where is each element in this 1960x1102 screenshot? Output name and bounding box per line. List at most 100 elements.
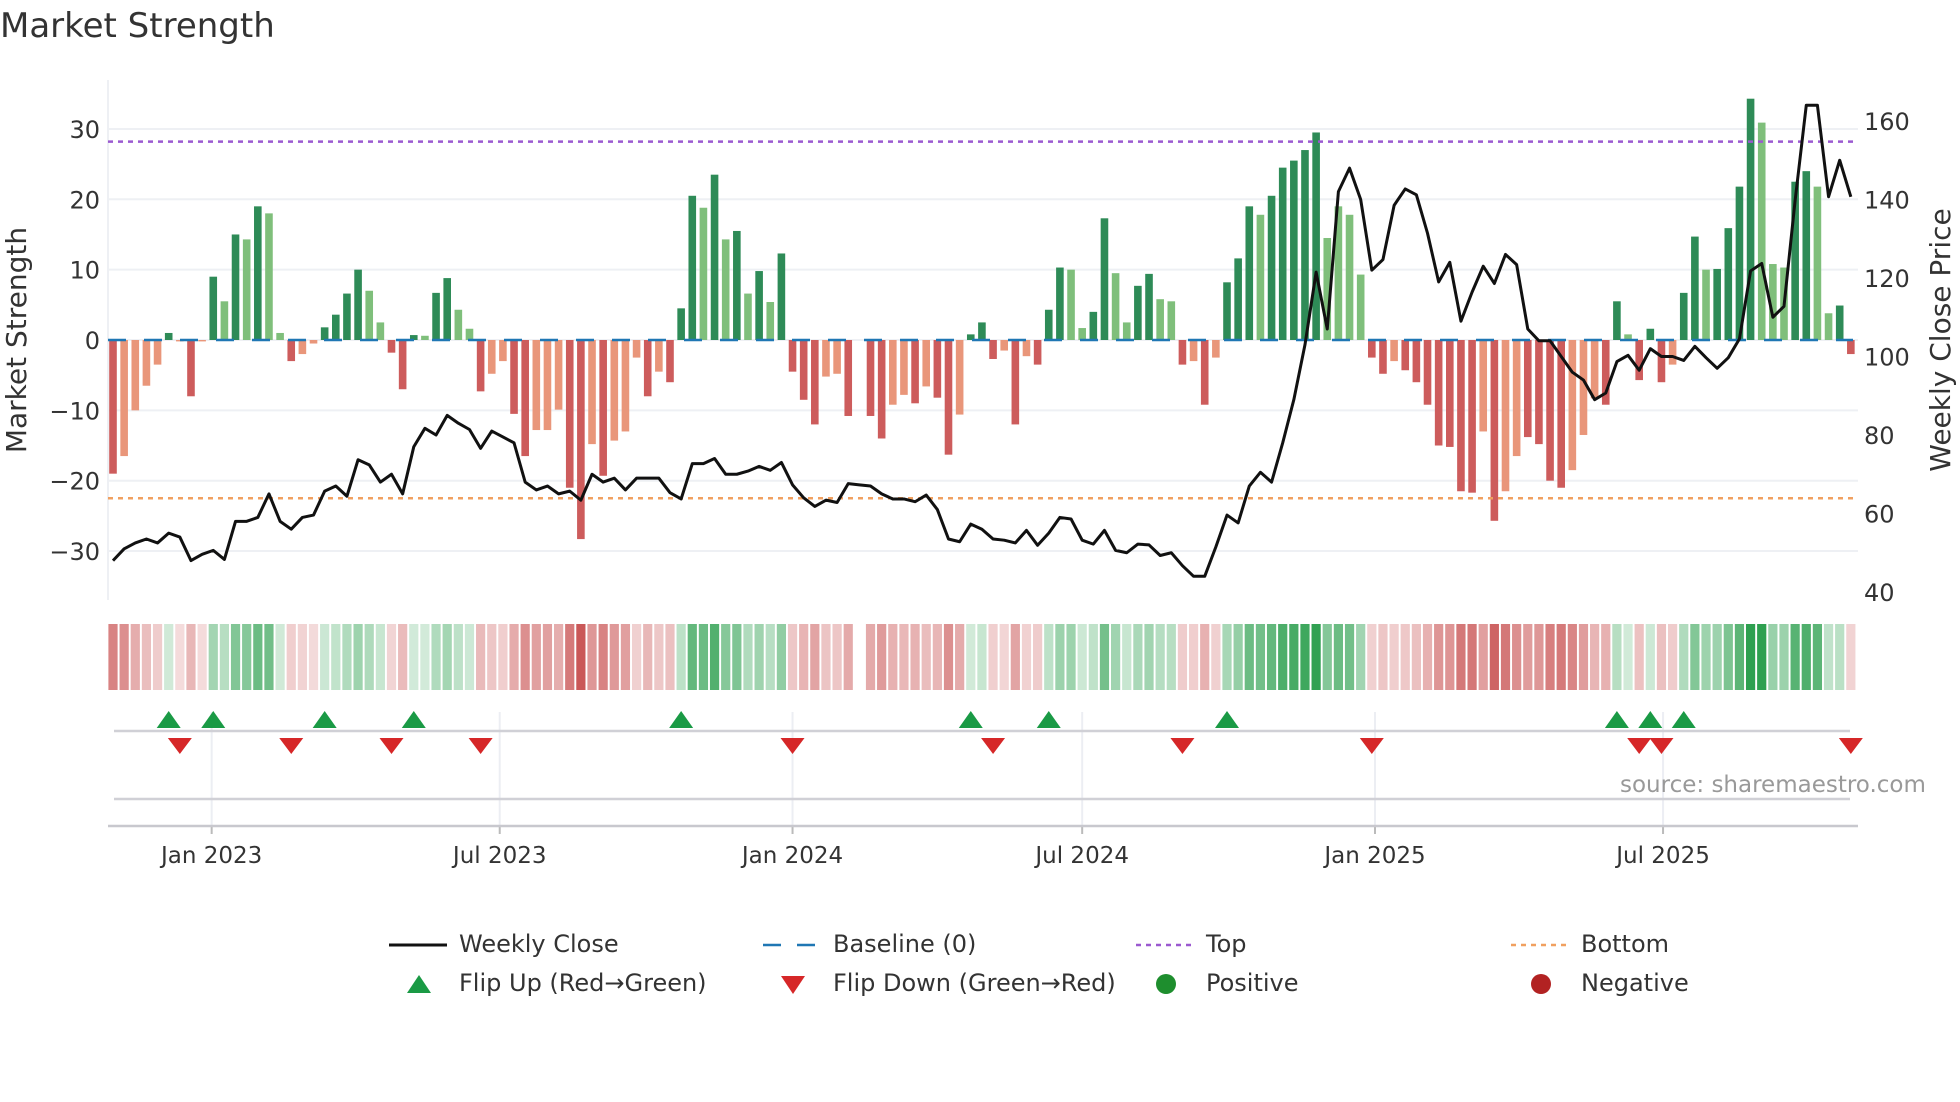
strength-bar [1635, 340, 1643, 381]
strength-bar [1290, 160, 1298, 340]
strength-heat-cell [1545, 624, 1555, 690]
strength-heat-cell [186, 624, 196, 690]
strength-heat-cell [877, 624, 887, 690]
strength-bar [320, 327, 329, 340]
strength-heat-cell [732, 624, 742, 690]
strength-heat-cell [787, 624, 798, 690]
strength-heat-cell [230, 624, 241, 690]
strength-heat-cell [743, 624, 753, 690]
strength-bar [298, 340, 307, 355]
strength-bar [777, 253, 786, 340]
strength-bar [1189, 340, 1198, 362]
strength-bar [978, 322, 986, 340]
strength-heat-cell [1645, 624, 1655, 690]
strength-bar [1568, 340, 1577, 471]
strength-bar [1535, 340, 1543, 445]
strength-heat-cell [765, 624, 775, 690]
strength-heat-cell [921, 624, 931, 690]
strength-heat-cell [1534, 624, 1544, 690]
strength-bar [1200, 340, 1209, 405]
triangle-down-icon [781, 976, 805, 994]
strength-heat-cell [1033, 624, 1043, 690]
strength-bar [1679, 292, 1688, 340]
strength-bar [1234, 258, 1242, 340]
strength-bar [109, 340, 117, 474]
strength-bar [1156, 299, 1164, 340]
strength-bar [655, 340, 663, 372]
strength-bar [153, 340, 162, 365]
strength-heat-cell [1812, 624, 1823, 690]
strength-bar [1078, 328, 1086, 340]
strength-heat-cell [1723, 624, 1733, 690]
strength-bar [1512, 340, 1521, 457]
strength-bar [465, 328, 474, 340]
strength-heat-cell [587, 624, 597, 690]
strength-bar [1668, 340, 1677, 365]
flip-up-marker [401, 711, 426, 728]
strength-bar [365, 290, 374, 340]
strength-bar [721, 239, 730, 340]
strength-bar [1022, 340, 1031, 357]
flip_up-legend-icon [407, 975, 431, 993]
strength-heat-cell [152, 624, 163, 690]
strength-heat-cell [1846, 624, 1856, 690]
strength-heat-cell [1523, 624, 1533, 690]
flip-up-marker [1638, 711, 1663, 728]
strength-bar [1590, 340, 1599, 399]
strength-bar [1657, 340, 1666, 383]
strength-heat-cell [464, 624, 475, 690]
y2-tick-label: 140 [1864, 187, 1910, 215]
strength-bar [621, 340, 630, 432]
flip-up-marker [669, 711, 694, 728]
strength-bar [1256, 214, 1265, 340]
strength-bar [1011, 340, 1020, 425]
strength-heat-cell [1144, 624, 1154, 690]
strength-heat-cell [977, 624, 987, 690]
flip-up-marker [1671, 711, 1696, 728]
strength-bar [744, 293, 752, 340]
strength-heat-cell [1768, 624, 1778, 690]
strength-bar [1523, 340, 1532, 438]
strength-heat-cell [865, 624, 876, 690]
strength-bar [387, 340, 396, 353]
strength-bar [677, 308, 685, 340]
flip-down-marker [1649, 738, 1674, 754]
strength-heat-cell [721, 624, 731, 690]
strength-heat-cell [709, 624, 720, 690]
flip-down-marker [1627, 738, 1652, 754]
strength-bar [1145, 273, 1153, 340]
strength-heat-cell [1500, 624, 1511, 690]
strength-heat-cell [1590, 624, 1600, 690]
strength-heat-cell [453, 624, 463, 690]
strength-bar [521, 340, 529, 457]
strength-bar [354, 269, 362, 340]
strength-bar [1100, 218, 1109, 340]
strength-heat-cell [297, 624, 307, 690]
strength-bar [1122, 322, 1131, 340]
strength-bar [632, 340, 641, 358]
strength-heat-cell [509, 624, 519, 690]
strength-heat-cell [320, 624, 330, 690]
strength-heat-cell [1088, 624, 1098, 690]
strength-bar [1746, 98, 1755, 341]
strength-bar [588, 340, 596, 445]
strength-bar [1000, 340, 1008, 351]
strength-heat-cell [1300, 624, 1310, 690]
flip-down-marker [1359, 738, 1384, 754]
strength-heat-cell [431, 624, 441, 690]
strength-heat-cell [342, 624, 352, 690]
strength-heat-cell [1679, 624, 1689, 690]
strength-heat-cell [1133, 624, 1143, 690]
flip-up-marker [201, 711, 226, 728]
strength-heat-cell [1311, 624, 1321, 690]
strength-heat-cell [988, 624, 998, 690]
strength-heat-cell [1835, 624, 1845, 690]
strength-heat-cell [1044, 624, 1054, 690]
flip-up-marker [1604, 711, 1629, 728]
flip-down-marker [279, 738, 304, 754]
strength-bar [1111, 273, 1120, 340]
strength-bar [710, 174, 719, 340]
flip-down-marker [468, 738, 493, 754]
strength-heat-cell [1367, 624, 1377, 690]
strength-bar [1813, 186, 1822, 340]
